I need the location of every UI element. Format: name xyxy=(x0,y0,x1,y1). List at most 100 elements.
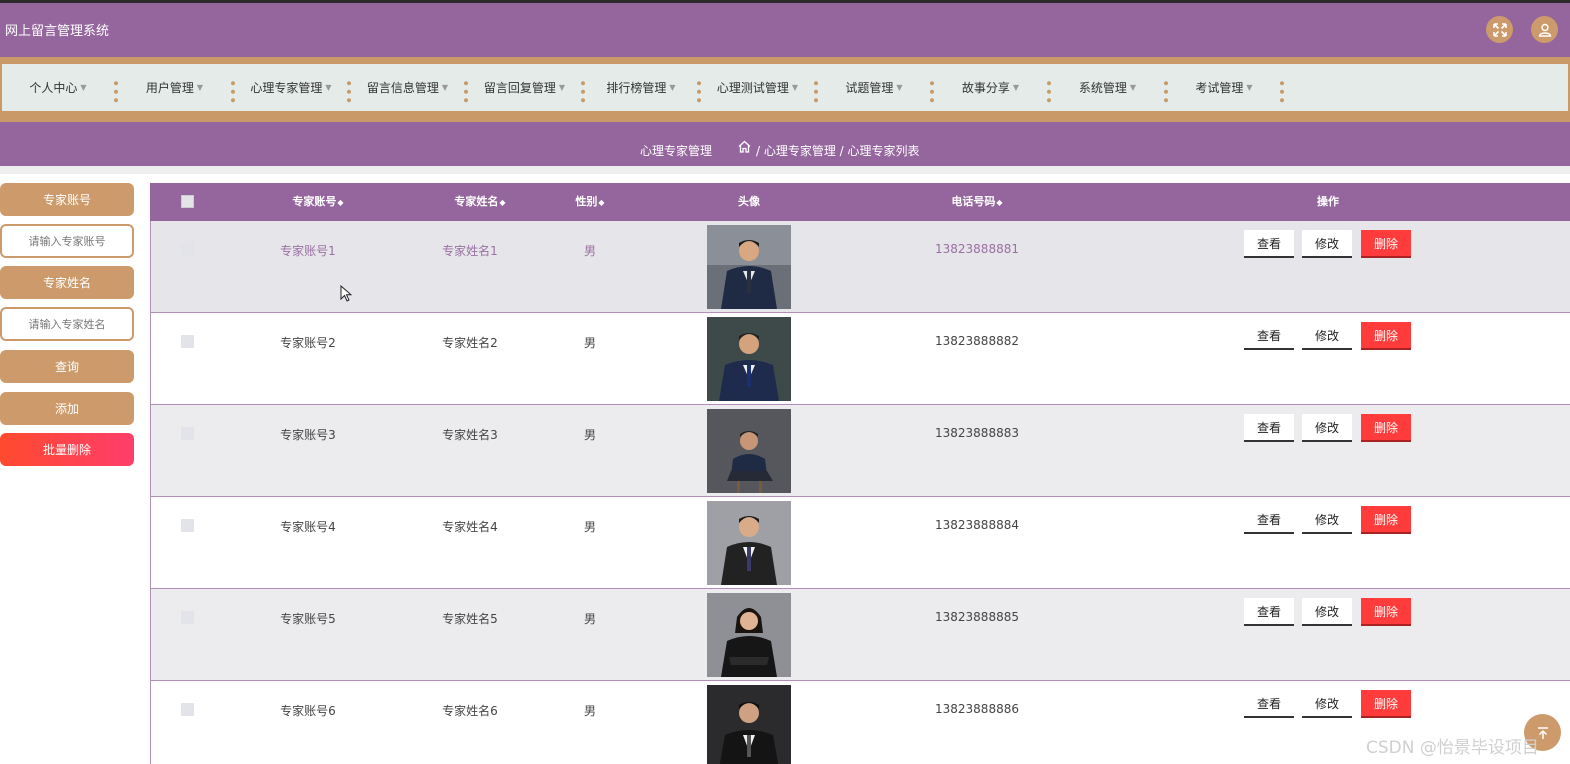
delete-button[interactable]: 删除 xyxy=(1361,322,1411,350)
caret-down-icon: ▼ xyxy=(1012,83,1020,92)
row-checkbox[interactable] xyxy=(181,335,194,348)
cell-gender: 男 xyxy=(583,520,596,534)
nav-item-users[interactable]: 用户管理 ▼ xyxy=(118,64,231,111)
cell-name: 专家姓名5 xyxy=(442,612,498,626)
delete-button[interactable]: 删除 xyxy=(1361,230,1411,258)
sort-icon: ◆ xyxy=(499,198,506,207)
cell-phone: 13823888884 xyxy=(935,518,1019,532)
avatar[interactable] xyxy=(707,317,791,401)
cell-account: 专家账号3 xyxy=(280,428,336,442)
cell-name: 专家姓名2 xyxy=(442,336,498,350)
select-all-checkbox[interactable] xyxy=(181,195,194,208)
nav-item-questions[interactable]: 试题管理 ▼ xyxy=(818,64,930,111)
edit-button[interactable]: 修改 xyxy=(1302,414,1352,442)
delete-button[interactable]: 删除 xyxy=(1361,414,1411,442)
col-name[interactable]: 专家姓名◆ xyxy=(420,183,540,221)
account-search-input[interactable] xyxy=(0,224,134,258)
row-checkbox[interactable] xyxy=(181,243,194,256)
page-title: 心理专家管理 xyxy=(640,144,713,158)
nav-label: 心理专家管理 xyxy=(250,81,323,95)
caret-down-icon: ▼ xyxy=(669,83,676,92)
col-actions: 操作 xyxy=(1317,195,1339,208)
cell-phone: 13823888882 xyxy=(935,334,1019,348)
user-menu-button[interactable] xyxy=(1531,16,1558,43)
name-search-input[interactable] xyxy=(0,307,134,341)
nav-label: 用户管理 xyxy=(145,81,194,95)
edit-button[interactable]: 修改 xyxy=(1302,506,1352,534)
table-row: 专家账号5 专家姓名5 男 13823888885 查看 修改 删除 xyxy=(150,589,1570,681)
delete-button[interactable]: 删除 xyxy=(1361,690,1411,718)
divider xyxy=(0,166,1570,174)
col-account[interactable]: 专家账号◆ xyxy=(258,183,378,221)
caret-down-icon: ▼ xyxy=(80,83,87,92)
breadcrumb: / 心理专家管理 / 心理专家列表 xyxy=(756,144,920,158)
sort-icon: ◆ xyxy=(996,198,1003,207)
cell-name: 专家姓名3 xyxy=(442,428,498,442)
nav-item-ranking[interactable]: 排行榜管理 ▼ xyxy=(585,64,697,111)
col-phone[interactable]: 电话号码◆ xyxy=(917,183,1037,221)
table-row: 专家账号6 专家姓名6 男 13823888886 查看 修改 删除 xyxy=(150,681,1570,764)
nav-item-system[interactable]: 系统管理 ▼ xyxy=(1051,64,1164,111)
sort-icon: ◆ xyxy=(337,198,344,207)
delete-button[interactable]: 删除 xyxy=(1361,598,1411,626)
cell-gender: 男 xyxy=(583,704,596,718)
row-checkbox[interactable] xyxy=(181,519,194,532)
avatar[interactable] xyxy=(707,501,791,585)
view-button[interactable]: 查看 xyxy=(1244,414,1294,442)
user-icon xyxy=(1538,23,1551,37)
cell-name: 专家姓名4 xyxy=(442,520,498,534)
add-button[interactable]: 添加 xyxy=(0,392,134,425)
col-phone-label: 电话号码 xyxy=(951,195,996,208)
cell-account: 专家账号4 xyxy=(280,520,336,534)
nav-item-personal-center[interactable]: 个人中心 ▼ xyxy=(2,64,114,111)
view-button[interactable]: 查看 xyxy=(1244,690,1294,718)
cell-phone: 13823888881 xyxy=(935,242,1019,256)
caret-down-icon: ▼ xyxy=(896,83,903,92)
home-icon[interactable] xyxy=(738,140,751,157)
avatar[interactable] xyxy=(707,593,791,677)
view-button[interactable]: 查看 xyxy=(1244,506,1294,534)
view-button[interactable]: 查看 xyxy=(1244,322,1294,350)
nav-label: 留言信息管理 xyxy=(366,81,439,95)
table-row: 专家账号1 专家姓名1 男 13823888881 查看 修改 删除 xyxy=(150,221,1570,313)
caret-down-icon: ▼ xyxy=(1129,83,1137,92)
cell-phone: 13823888886 xyxy=(935,702,1019,716)
row-checkbox[interactable] xyxy=(181,427,194,440)
nav-item-exams[interactable]: 考试管理 ▼ xyxy=(1168,64,1280,111)
view-button[interactable]: 查看 xyxy=(1244,598,1294,626)
col-account-label: 专家账号 xyxy=(292,195,337,208)
cell-account: 专家账号1 xyxy=(280,244,336,258)
nav-label: 排行榜管理 xyxy=(606,81,667,95)
nav-item-messages[interactable]: 留言信息管理 ▼ xyxy=(351,64,464,111)
fullscreen-button[interactable] xyxy=(1486,16,1513,43)
edit-button[interactable]: 修改 xyxy=(1302,322,1352,350)
table-row: 专家账号3 专家姓名3 男 13823888883 查看 修改 删除 xyxy=(150,405,1570,497)
avatar[interactable] xyxy=(707,225,791,309)
avatar[interactable] xyxy=(707,685,791,764)
watermark: CSDN @怡景毕设项目 xyxy=(1366,738,1539,758)
edit-button[interactable]: 修改 xyxy=(1302,598,1352,626)
query-button[interactable]: 查询 xyxy=(0,350,134,383)
nav-item-psych-tests[interactable]: 心理测试管理 ▼ xyxy=(701,64,814,111)
edit-button[interactable]: 修改 xyxy=(1302,230,1352,258)
nav-item-experts[interactable]: 心理专家管理 ▼ xyxy=(235,64,347,111)
edit-button[interactable]: 修改 xyxy=(1302,690,1352,718)
nav-label: 系统管理 xyxy=(1078,81,1127,95)
delete-button[interactable]: 删除 xyxy=(1361,506,1411,534)
cell-account: 专家账号5 xyxy=(280,612,336,626)
nav-item-replies[interactable]: 留言回复管理 ▼ xyxy=(468,64,581,111)
avatar[interactable] xyxy=(707,409,791,493)
cell-gender: 男 xyxy=(583,244,596,258)
batch-delete-button[interactable]: 批量删除 xyxy=(0,433,134,466)
cell-phone: 13823888883 xyxy=(935,426,1019,440)
caret-down-icon: ▼ xyxy=(1246,83,1253,92)
nav-item-stories[interactable]: 故事分享 ▼ xyxy=(934,64,1047,111)
cell-account: 专家账号2 xyxy=(280,336,336,350)
col-gender[interactable]: 性别◆ xyxy=(550,183,630,221)
cell-name: 专家姓名1 xyxy=(442,244,498,258)
view-button[interactable]: 查看 xyxy=(1244,230,1294,258)
row-checkbox[interactable] xyxy=(181,611,194,624)
main-nav: 个人中心 ▼ 用户管理 ▼ 心理专家管理 ▼ 留言信息管理 ▼ 留言回复管理 ▼ 排行榜管… xyxy=(0,57,1570,118)
cell-gender: 男 xyxy=(583,336,596,350)
row-checkbox[interactable] xyxy=(181,703,194,716)
